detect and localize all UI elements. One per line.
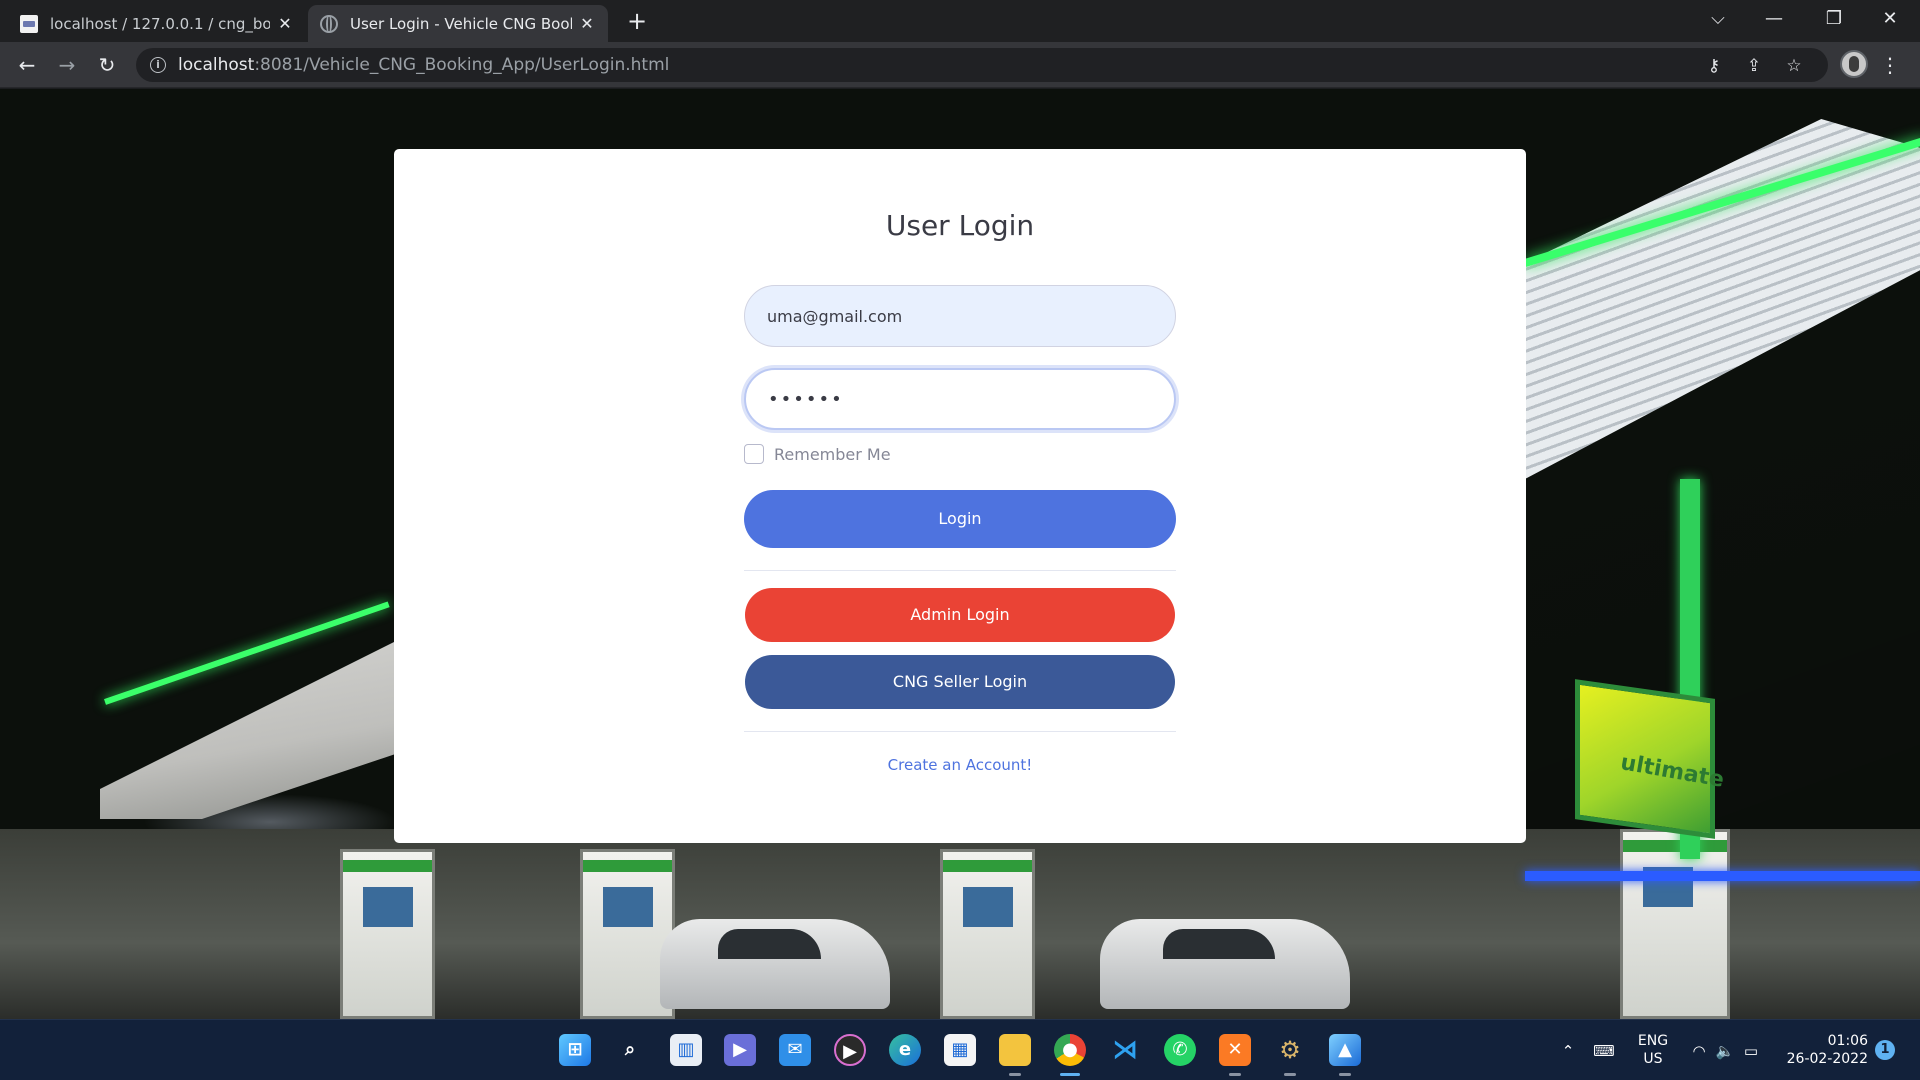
running-indicator bbox=[1284, 1073, 1296, 1076]
url-host: localhost bbox=[178, 55, 255, 75]
chrome-icon[interactable]: ● bbox=[1054, 1034, 1086, 1066]
close-tab-icon[interactable]: ✕ bbox=[276, 14, 294, 33]
search-icon[interactable]: ⌕ bbox=[614, 1034, 646, 1066]
phpmyadmin-icon bbox=[20, 14, 38, 33]
divider bbox=[744, 731, 1176, 732]
divider bbox=[744, 570, 1176, 571]
running-indicator bbox=[1339, 1073, 1351, 1076]
email-field[interactable]: uma@gmail.com bbox=[744, 285, 1176, 347]
restore-icon[interactable]: ❐ bbox=[1806, 0, 1862, 40]
site-info-icon[interactable]: i bbox=[150, 57, 166, 73]
remember-me-label: Remember Me bbox=[774, 444, 891, 464]
photos-icon[interactable]: ▲ bbox=[1329, 1034, 1361, 1066]
car bbox=[660, 919, 890, 1009]
fuel-pump bbox=[340, 849, 435, 1019]
media-player-icon[interactable]: ▶ bbox=[834, 1034, 866, 1066]
xampp-icon[interactable]: ✕ bbox=[1219, 1034, 1251, 1066]
teams-chat-icon[interactable]: ▶ bbox=[724, 1034, 756, 1066]
whatsapp-icon[interactable]: ✆ bbox=[1164, 1034, 1196, 1066]
store-icon[interactable]: ▦ bbox=[944, 1034, 976, 1066]
tab-search-icon[interactable]: ⌵ bbox=[1690, 0, 1746, 40]
cng-seller-login-button[interactable]: CNG Seller Login bbox=[745, 655, 1175, 709]
key-icon[interactable]: ⚷ bbox=[1702, 54, 1726, 78]
forward-icon[interactable]: → bbox=[52, 50, 82, 80]
canopy-left bbox=[100, 619, 440, 819]
settings-icon[interactable]: ⚙ bbox=[1274, 1034, 1306, 1066]
fuel-pump bbox=[1620, 829, 1730, 1019]
clock[interactable]: 01:06 26-02-2022 bbox=[1778, 1032, 1868, 1068]
wifi-icon[interactable]: ◠ bbox=[1688, 1040, 1710, 1062]
url-path: :8081/Vehicle_CNG_Booking_App/UserLogin.… bbox=[254, 55, 670, 75]
profile-avatar[interactable] bbox=[1840, 50, 1868, 78]
password-field[interactable]: •••••• bbox=[744, 368, 1176, 430]
edge-icon[interactable]: e bbox=[889, 1034, 921, 1066]
widgets-icon[interactable]: ▥ bbox=[670, 1034, 702, 1066]
login-card: User Login uma@gmail.com •••••• Remember… bbox=[394, 149, 1526, 843]
language-code: ENG bbox=[1637, 1033, 1669, 1049]
canopy-right bbox=[1525, 119, 1920, 479]
tab-phpmyadmin[interactable]: localhost / 127.0.0.1 / cng_booking ✕ bbox=[8, 5, 306, 42]
close-tab-icon[interactable]: ✕ bbox=[578, 14, 596, 33]
browser-menu-icon[interactable]: ⋮ bbox=[1880, 50, 1900, 80]
file-explorer-icon[interactable] bbox=[999, 1034, 1031, 1066]
login-button[interactable]: Login bbox=[744, 490, 1176, 548]
chevron-up-icon[interactable]: ⌃ bbox=[1557, 1040, 1579, 1062]
notification-badge[interactable]: 1 bbox=[1875, 1040, 1895, 1060]
address-bar[interactable]: i localhost:8081/Vehicle_CNG_Booking_App… bbox=[136, 48, 1828, 82]
tab-title: localhost / 127.0.0.1 / cng_booking bbox=[50, 14, 270, 33]
clock-date: 26-02-2022 bbox=[1786, 1051, 1868, 1067]
bookmark-star-icon[interactable]: ☆ bbox=[1782, 54, 1806, 78]
page-background: ultimate User Login uma@gmail.com ••••••… bbox=[0, 89, 1920, 1019]
blue-light-strip bbox=[1525, 871, 1920, 881]
language-region: US bbox=[1643, 1051, 1663, 1067]
reload-icon[interactable]: ↻ bbox=[92, 50, 122, 80]
close-window-icon[interactable]: ✕ bbox=[1862, 0, 1918, 40]
battery-icon[interactable]: ▭ bbox=[1740, 1040, 1762, 1062]
mail-icon[interactable]: ✉ bbox=[779, 1034, 811, 1066]
running-indicator bbox=[1229, 1073, 1241, 1076]
taskbar: ⊞ ⌕ ▥ ▶ ✉ ▶ e ▦ ● ⋊ ✆ ✕ ⚙ ▲ ⌃ ⌨ ENG US ◠… bbox=[0, 1019, 1920, 1080]
tab-title: User Login - Vehicle CNG Booking App bbox=[350, 14, 572, 33]
share-icon[interactable]: ⇪ bbox=[1742, 54, 1766, 78]
browser-toolbar: ← → ↻ i localhost:8081/Vehicle_CNG_Booki… bbox=[0, 42, 1920, 88]
windows-start-icon[interactable]: ⊞ bbox=[559, 1034, 591, 1066]
fuel-pump bbox=[940, 849, 1035, 1019]
tab-strip: localhost / 127.0.0.1 / cng_booking ✕ Us… bbox=[0, 0, 1920, 42]
admin-login-button[interactable]: Admin Login bbox=[745, 588, 1175, 642]
volume-icon[interactable]: 🔈 bbox=[1714, 1040, 1736, 1062]
clock-time: 01:06 bbox=[1827, 1033, 1868, 1049]
remember-me[interactable]: Remember Me bbox=[744, 444, 891, 464]
page-title: User Login bbox=[885, 209, 1035, 242]
vscode-icon[interactable]: ⋊ bbox=[1109, 1034, 1141, 1066]
remember-me-checkbox[interactable] bbox=[744, 444, 764, 464]
minimize-icon[interactable]: — bbox=[1746, 0, 1802, 40]
running-indicator bbox=[1009, 1073, 1021, 1076]
globe-icon bbox=[320, 14, 338, 33]
back-icon[interactable]: ← bbox=[12, 50, 42, 80]
car bbox=[1100, 919, 1350, 1009]
new-tab-button[interactable]: + bbox=[622, 6, 652, 36]
active-indicator bbox=[1060, 1073, 1080, 1076]
language-indicator[interactable]: ENG US bbox=[1628, 1032, 1678, 1068]
create-account-link[interactable]: Create an Account! bbox=[394, 756, 1526, 774]
tab-user-login[interactable]: User Login - Vehicle CNG Booking App ✕ bbox=[308, 5, 608, 42]
keyboard-icon[interactable]: ⌨ bbox=[1593, 1040, 1615, 1062]
forecourt bbox=[0, 829, 1920, 1019]
